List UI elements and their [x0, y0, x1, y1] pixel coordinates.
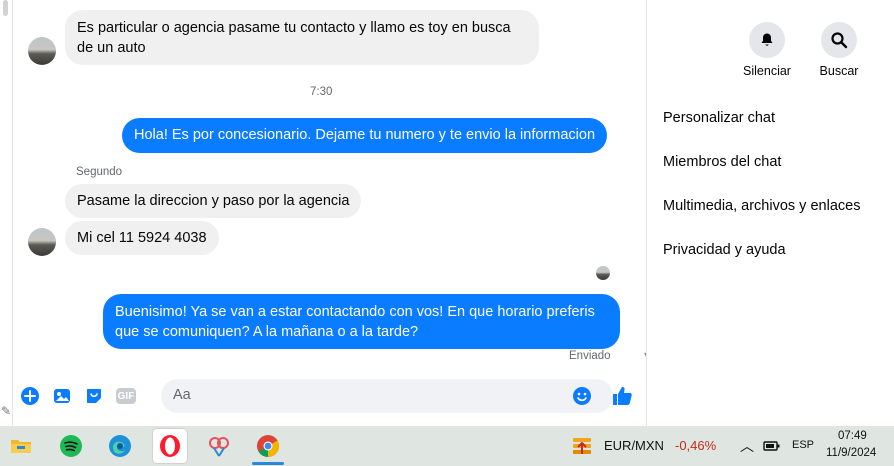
chat-info-panel: Silenciar Buscar Personalizar chat Miemb… [647, 0, 894, 426]
search-label: Buscar [819, 64, 859, 78]
add-icon[interactable] [19, 385, 41, 407]
language-indicator[interactable]: ESP [792, 439, 814, 451]
mute-label: Silenciar [743, 64, 791, 78]
chat-area: Es particular o agencia pasame tu contac… [13, 0, 652, 426]
menu-item-privacy-help[interactable]: Privacidad y ayuda [663, 242, 786, 258]
mute-button[interactable] [749, 22, 785, 58]
message-text-line: de un auto [77, 40, 146, 56]
left-scrollbar[interactable] [3, 0, 8, 16]
menu-item-customize-chat[interactable]: Personalizar chat [663, 110, 775, 126]
message-input[interactable]: Aa [161, 379, 613, 413]
incoming-message[interactable]: Pasame la direccion y paso por la agenci… [65, 184, 362, 218]
battery-icon[interactable] [758, 432, 786, 460]
spotify-icon[interactable] [57, 432, 85, 460]
message-text: Pasame la direccion y paso por la agenci… [77, 193, 350, 209]
message-text: Mi cel 11 5924 4038 [77, 230, 207, 246]
outgoing-message[interactable]: Hola! Es por concesionario. Dejame tu nu… [122, 118, 608, 153]
avatar[interactable] [28, 228, 56, 256]
message-text-line: Es particular o agencia pasame tu contac… [77, 20, 511, 36]
message-status: Enviado [569, 350, 611, 362]
message-input-placeholder: Aa [173, 387, 191, 403]
menu-item-media-files-links[interactable]: Multimedia, archivos y enlaces [663, 198, 860, 214]
like-icon[interactable] [611, 385, 633, 407]
menu-item-chat-members[interactable]: Miembros del chat [663, 154, 781, 170]
message-text-line: que se comuniquen? A la mañana o a la ta… [115, 324, 419, 340]
read-receipt-avatar [596, 266, 610, 280]
message-timestamp: 7:30 [310, 86, 333, 98]
file-explorer-icon[interactable] [7, 432, 35, 460]
left-window-edge: ✎ [0, 0, 13, 426]
currency-pair[interactable]: EUR/MXN [604, 438, 664, 453]
clock-date[interactable]: 11/9/2024 [826, 447, 876, 459]
edge-browser-icon[interactable] [106, 432, 134, 460]
snipping-tool-icon[interactable] [205, 432, 233, 460]
photo-icon[interactable] [51, 385, 73, 407]
message-text: Hola! Es por concesionario. Dejame tu nu… [134, 127, 596, 143]
incoming-message[interactable]: Mi cel 11 5924 4038 [65, 221, 219, 255]
bell-icon [761, 33, 773, 46]
gif-label: GIF [116, 388, 136, 404]
outgoing-message[interactable]: Buenisimo! Ya se van a estar contactando… [103, 294, 620, 349]
incoming-message[interactable]: Es particular o agencia pasame tu contac… [65, 10, 539, 65]
gif-icon[interactable]: GIF [115, 385, 137, 407]
windows-taskbar: EUR/MXN -0,46% ︿ ESP 07:49 11/9/2024 [0, 426, 894, 466]
avatar[interactable] [28, 37, 56, 65]
sticker-icon[interactable] [83, 385, 105, 407]
active-app-indicator [252, 462, 284, 465]
opera-icon[interactable] [153, 429, 187, 463]
stock-widget-icon[interactable] [568, 432, 596, 460]
clock-time[interactable]: 07:49 [838, 430, 867, 442]
chrome-icon[interactable] [254, 432, 282, 460]
show-hidden-icons-chevron-icon[interactable]: ︿ [740, 436, 754, 456]
search-icon [831, 32, 848, 49]
search-button[interactable] [821, 22, 857, 58]
pen-icon: ✎ [1, 404, 12, 418]
sender-name: Segundo [76, 166, 123, 178]
currency-change: -0,46% [675, 438, 717, 453]
emoji-icon[interactable] [571, 385, 593, 407]
message-text-line: Buenisimo! Ya se van a estar contactando… [115, 304, 595, 320]
